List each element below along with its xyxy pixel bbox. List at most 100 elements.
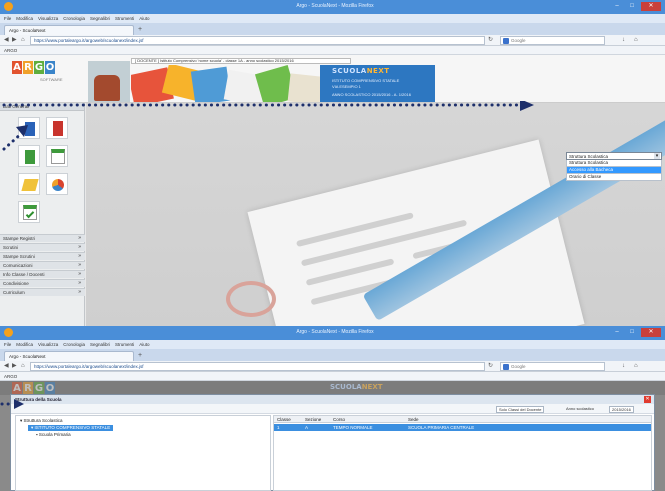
screenshot-top: Argo - ScuolaNext - Mozilla Firefox – □ … (0, 0, 665, 326)
product-name: SCUOLANEXT (332, 67, 390, 75)
tab-bar: Argo - ScuolaNext + (0, 349, 665, 361)
search-input[interactable]: Google (500, 362, 605, 371)
bookmarks-bar: ARGO (0, 372, 665, 381)
sidebar-item-label: Comunicazioni (3, 263, 33, 268)
grid-cell: SCUOLA PRIMARIA CENTRALE (408, 425, 475, 430)
logo-letter: O (45, 61, 55, 74)
url-bar[interactable]: https://www.portaleargo.it/argoweb/scuol… (30, 362, 485, 371)
download-icon[interactable]: ↓ (622, 363, 625, 369)
dropdown-option[interactable]: Struttura Scolastica (566, 160, 662, 167)
sidebar-item-stampe-scrutini[interactable]: Stampe Scrutini » (0, 252, 85, 260)
grid-cell: 1 (277, 425, 280, 430)
forward-icon[interactable]: ▶ (12, 37, 17, 43)
column-header[interactable]: Classe (274, 416, 302, 422)
school-year-select[interactable]: 2015/2016 (609, 406, 634, 413)
tree-node-label: Struttura Scolastica (23, 418, 63, 423)
dialog-close-button[interactable]: ✕ (644, 396, 651, 403)
sidebar-item-scrutini[interactable]: Scrutini » (0, 243, 85, 251)
sidebar-item-curriculum[interactable]: Curriculum » (0, 288, 85, 296)
table-row[interactable]: 1 A TEMPO NORMALE SCUOLA PRIMARIA CENTRA… (274, 424, 651, 431)
menu-tools[interactable]: Strumenti (115, 342, 134, 347)
grid-header: Classe Sezione Corso Sede (274, 416, 651, 423)
menu-help[interactable]: Aiuto (139, 16, 149, 21)
bookmark-argo[interactable]: ARGO (4, 374, 17, 379)
sidebar-item-label: Info Classe / Docenti (3, 272, 45, 277)
minimize-button[interactable]: – (611, 328, 623, 337)
maximize-button[interactable]: □ (626, 2, 638, 11)
new-tab-button[interactable]: + (136, 352, 144, 360)
classes-grid: Classe Sezione Corso Sede 1 A TEMPO NORM… (273, 415, 652, 491)
tree-node-selected[interactable]: ▾ ISTITUTO COMPRENSIVO STATALE (28, 425, 114, 431)
checklist-icon[interactable] (18, 201, 40, 223)
tree-node-leaf[interactable]: ▪ Scuola Primaria (36, 432, 71, 438)
menu-bar: File Modifica Visualizza Cronologia Segn… (0, 14, 665, 23)
pencil-icon[interactable] (18, 173, 40, 195)
context-banner: [ DOCENTE ] Istituto Comprensivo 'nome s… (131, 58, 351, 64)
chevron-icon: » (78, 280, 81, 286)
logo-letter: A (12, 61, 22, 74)
screenshot-bottom: Argo - ScuolaNext - Mozilla Firefox – □ … (0, 326, 665, 491)
column-header[interactable]: Sede (405, 416, 651, 422)
logo-subtitle: SOFTWARE (40, 77, 63, 82)
sidebar-item-label: Scrutini (3, 245, 19, 250)
new-tab-button[interactable]: + (136, 26, 144, 34)
dropdown-option-selected[interactable]: Accesso alla Bacheca (566, 167, 662, 174)
sidebar-item-info-classe[interactable]: Info Classe / Docenti » (0, 270, 85, 278)
maximize-button[interactable]: □ (626, 328, 638, 337)
close-window-button[interactable]: ✕ (641, 2, 661, 11)
chevron-icon: » (78, 271, 81, 277)
tab-scuolanext[interactable]: Argo - ScuolaNext (4, 351, 134, 361)
logo-letter: O (45, 382, 55, 394)
pencil-shape (21, 179, 39, 191)
menu-edit[interactable]: Modifica (16, 342, 33, 347)
menu-tools[interactable]: Strumenti (115, 16, 134, 21)
chart-icon[interactable] (46, 173, 68, 195)
menu-file[interactable]: File (4, 342, 11, 347)
tab-scuolanext[interactable]: Argo - ScuolaNext (4, 25, 134, 35)
home-icon[interactable]: ⌂ (21, 363, 25, 369)
bookmark-argo[interactable]: ARGO (4, 48, 17, 53)
home-icon-right[interactable]: ⌂ (634, 363, 638, 369)
download-icon[interactable]: ↓ (622, 37, 625, 43)
app-area: A R G O SOFTWARE [ DOCENTE ] Istituto Co… (0, 55, 665, 326)
menu-bookmarks[interactable]: Segnalibri (90, 342, 110, 347)
sidebar-item-condivisione[interactable]: Condivisione » (0, 279, 85, 287)
menu-help[interactable]: Aiuto (139, 342, 149, 347)
column-header[interactable]: Corso (330, 416, 405, 422)
menu-bookmarks[interactable]: Segnalibri (90, 16, 110, 21)
reload-icon[interactable]: ↻ (488, 37, 493, 43)
url-bar[interactable]: https://www.portaleargo.it/argoweb/scuol… (30, 36, 485, 45)
chevron-icon: » (78, 253, 81, 259)
tree-node-root[interactable]: ▾ Struttura Scolastica (20, 418, 63, 424)
sidebar-item-stampe-registri[interactable]: Stampe Registri » (0, 234, 85, 242)
sidebar-item-label: Condivisione (3, 281, 29, 286)
filter-teacher-classes-toggle[interactable]: Solo Classi del Docente (496, 406, 545, 413)
school-line-1: ISTITUTO COMPRENSIVO STATALE (332, 78, 400, 83)
search-input[interactable]: Google (500, 36, 605, 45)
arrow-head-right (14, 399, 24, 409)
header-collage (131, 65, 321, 102)
minimize-button[interactable]: – (611, 2, 623, 11)
back-icon[interactable]: ◀ (4, 363, 9, 369)
product-name-b: NEXT (361, 383, 383, 391)
reload-icon[interactable]: ↻ (488, 363, 493, 369)
home-icon-right[interactable]: ⌂ (634, 37, 638, 43)
window-title: Argo - ScuolaNext - Mozilla Firefox (296, 3, 374, 9)
home-icon[interactable]: ⌂ (21, 37, 25, 43)
tree-node-label: Scuola Primaria (38, 432, 71, 437)
menu-file[interactable]: File (4, 16, 11, 21)
sidebar-item-comunicazioni[interactable]: Comunicazioni » (0, 261, 85, 269)
menu-view[interactable]: Visualizza (38, 16, 58, 21)
menu-view[interactable]: Visualizza (38, 342, 58, 347)
close-window-button[interactable]: ✕ (641, 328, 661, 337)
column-header[interactable]: Sezione (302, 416, 330, 422)
menu-history[interactable]: Cronologia (63, 342, 85, 347)
product-name-a: SCUOLA (330, 383, 362, 391)
dotted-arrow-line (2, 131, 24, 151)
menu-edit[interactable]: Modifica (16, 16, 33, 21)
forward-icon[interactable]: ▶ (12, 363, 17, 369)
dropdown-option[interactable]: Orario di Classe (566, 174, 662, 181)
menu-history[interactable]: Cronologia (63, 16, 85, 21)
back-icon[interactable]: ◀ (4, 37, 9, 43)
search-engine-icon (503, 38, 509, 44)
